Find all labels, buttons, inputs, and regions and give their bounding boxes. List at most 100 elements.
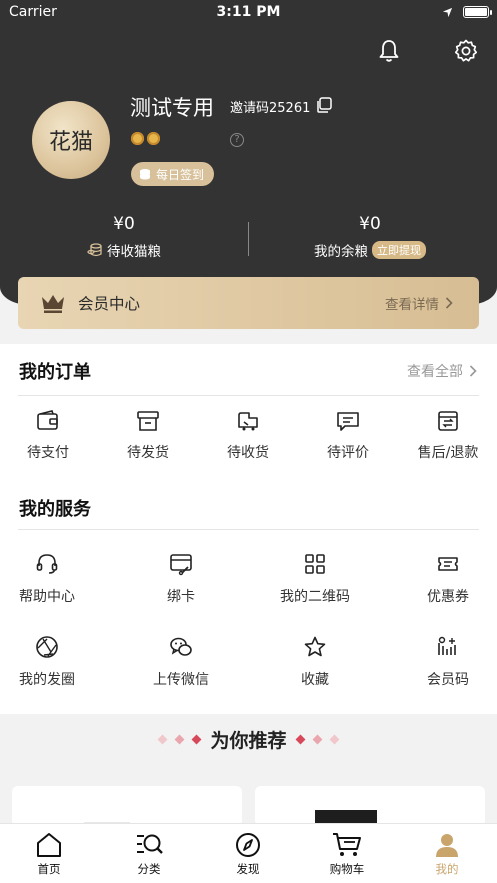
order-pending-review[interactable]: 待评价 [298, 410, 398, 462]
category-search-icon [137, 834, 163, 854]
delivery-icon [238, 412, 258, 431]
bell-icon[interactable] [376, 38, 402, 64]
order-after-sales[interactable]: 售后/退款 [398, 410, 497, 462]
member-code-icon [438, 636, 456, 655]
divider [18, 395, 479, 396]
level-medals [131, 132, 160, 145]
service-label: 收藏 [301, 672, 329, 688]
tab-category[interactable]: 分类 [119, 832, 179, 877]
service-member-code[interactable]: 会员码 [398, 635, 497, 689]
my-balance[interactable]: ¥0 我的余粮 立即提现 [270, 214, 470, 260]
vip-center-banner[interactable]: 会员中心 查看详情 [18, 277, 479, 329]
tab-home[interactable]: 首页 [19, 832, 79, 877]
service-help-center[interactable]: 帮助中心 [0, 552, 97, 606]
vip-details-label: 查看详情 [385, 297, 439, 313]
service-bind-card[interactable]: 绑卡 [131, 552, 231, 606]
diamond-decoration [175, 734, 185, 745]
balance-label: 我的余粮 [314, 244, 368, 260]
gear-icon[interactable] [453, 38, 479, 64]
box-icon [137, 411, 159, 431]
services-section: 我的服务 帮助中心 绑卡 我的二维码 优惠券 我的发圈 上传微信 收藏 会员码 [0, 478, 497, 714]
service-label: 优惠券 [427, 589, 469, 605]
refund-icon [438, 411, 458, 431]
help-icon[interactable]: ? [230, 133, 244, 147]
product-card[interactable] [12, 786, 242, 826]
star-icon [304, 636, 326, 657]
order-label: 待发货 [127, 445, 169, 461]
qrcode-icon [305, 554, 325, 574]
cart-icon [333, 833, 361, 856]
pending-catfood[interactable]: ¥0 待收猫粮 [24, 214, 224, 260]
order-pending-receipt[interactable]: 待收货 [198, 410, 298, 462]
home-icon [37, 833, 61, 857]
services-title: 我的服务 [19, 499, 91, 520]
chevron-right-icon [469, 365, 477, 377]
stats-divider [248, 222, 249, 256]
service-label: 会员码 [427, 672, 469, 688]
service-label: 我的发圈 [19, 672, 75, 688]
tab-discover[interactable]: 发现 [218, 832, 278, 877]
aperture-icon [36, 636, 58, 658]
daily-signin-button[interactable]: 每日签到 [131, 162, 215, 186]
recommend-header: 为你推荐 [0, 726, 497, 753]
status-bar: Carrier 3:11 PM [0, 0, 497, 26]
medal-icon [147, 132, 160, 145]
comment-icon [337, 412, 359, 431]
service-label: 上传微信 [153, 672, 209, 688]
diamond-decoration [295, 734, 305, 745]
service-my-posts[interactable]: 我的发圈 [0, 635, 97, 689]
copy-icon[interactable] [316, 97, 332, 113]
medal-icon [131, 132, 144, 145]
coins-icon [87, 243, 102, 257]
wechat-icon [170, 637, 192, 656]
tab-cart[interactable]: 购物车 [317, 832, 377, 877]
battery-icon [463, 6, 492, 18]
clock: 3:11 PM [216, 4, 281, 20]
compass-icon [236, 833, 260, 857]
headset-icon [36, 554, 58, 574]
vip-title: 会员中心 [78, 295, 141, 313]
service-label: 绑卡 [167, 589, 195, 605]
pending-value: ¥0 [113, 214, 135, 234]
tab-profile[interactable]: 我的 [417, 832, 477, 877]
order-label: 待评价 [327, 445, 369, 461]
recommend-title: 为你推荐 [210, 730, 287, 752]
withdraw-button[interactable]: 立即提现 [372, 241, 426, 259]
diamond-decoration [158, 734, 168, 745]
tab-label: 分类 [137, 862, 161, 876]
crown-icon [42, 295, 64, 313]
wallet-icon [37, 410, 58, 430]
service-favorites[interactable]: 收藏 [265, 635, 365, 689]
order-pending-payment[interactable]: 待支付 [0, 410, 98, 462]
service-label: 帮助中心 [19, 589, 75, 605]
tab-label: 我的 [435, 862, 459, 876]
diamond-decoration [329, 734, 339, 745]
diamond-decoration [192, 734, 202, 745]
see-all-label: 查看全部 [407, 364, 463, 380]
username: 测试专用 [130, 96, 214, 120]
balance-value: ¥0 [359, 214, 381, 234]
order-label: 待收货 [227, 445, 269, 461]
order-label: 售后/退款 [417, 445, 479, 461]
service-coupons[interactable]: 优惠券 [398, 552, 497, 606]
avatar[interactable]: 花猫 [32, 101, 110, 179]
product-card[interactable] [255, 786, 485, 826]
diamond-decoration [312, 734, 322, 745]
service-my-qrcode[interactable]: 我的二维码 [265, 552, 365, 606]
orders-see-all-link[interactable]: 查看全部 [407, 361, 477, 381]
coupon-icon [438, 557, 458, 571]
pending-label: 待收猫粮 [107, 244, 161, 260]
tab-label: 首页 [37, 862, 61, 876]
tab-label: 购物车 [329, 862, 365, 876]
service-label: 我的二维码 [280, 589, 350, 605]
orders-section: 我的订单 查看全部 待支付 待发货 待收货 待评价 售后/退款 [0, 344, 497, 478]
divider [18, 529, 479, 530]
avatar-text: 花猫 [48, 130, 93, 155]
service-upload-wechat[interactable]: 上传微信 [131, 635, 231, 689]
signin-label: 每日签到 [156, 167, 205, 182]
order-pending-shipment[interactable]: 待发货 [98, 410, 198, 462]
profile-icon [436, 834, 458, 857]
vip-details-link[interactable]: 查看详情 [385, 293, 453, 313]
chevron-right-icon [445, 297, 453, 309]
invite-code: 邀请码25261 [230, 101, 311, 116]
